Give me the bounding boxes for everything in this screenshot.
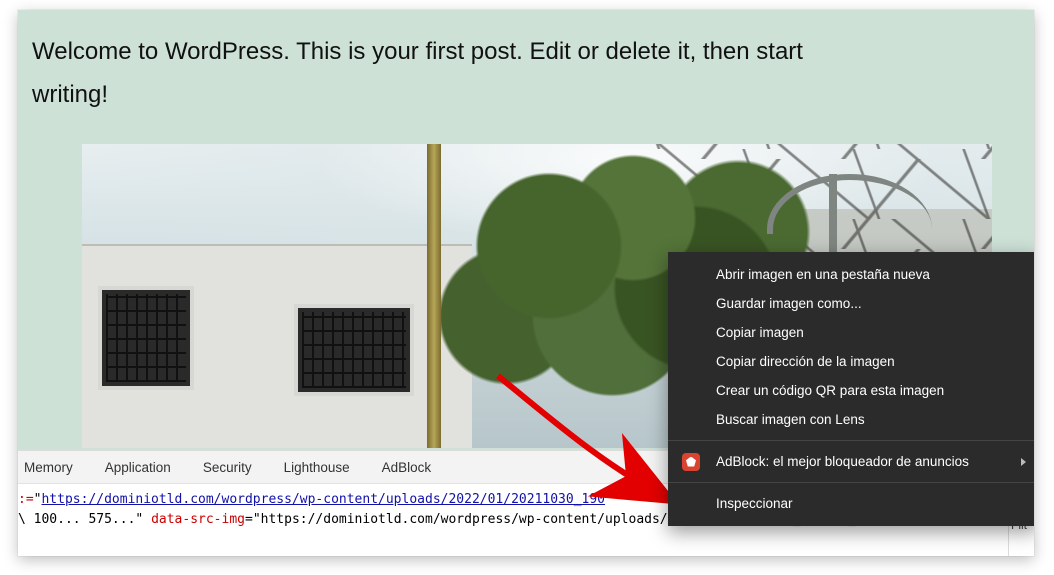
devtools-tab-lighthouse[interactable]: Lighthouse: [284, 460, 350, 475]
code-attr-prefix: :=: [18, 492, 34, 507]
ctx-copy-image-address[interactable]: Copiar dirección de la imagen: [668, 347, 1034, 376]
screenshot-frame: Welcome to WordPress. This is your first…: [18, 10, 1034, 556]
code-line2-prefix: \ 100... 575...": [18, 512, 151, 527]
code-attr-name: data-src-img: [151, 512, 245, 527]
ctx-adblock[interactable]: AdBlock: el mejor bloqueador de anuncios: [668, 447, 1034, 476]
devtools-tab-application[interactable]: Application: [105, 460, 171, 475]
ctx-separator-1: [668, 440, 1034, 441]
devtools-tab-adblock[interactable]: AdBlock: [382, 460, 432, 475]
devtools-tab-security[interactable]: Security: [203, 460, 252, 475]
ctx-save-image-as[interactable]: Guardar imagen como...: [668, 289, 1034, 318]
ctx-create-qr-code[interactable]: Crear un código QR para esta imagen: [668, 376, 1034, 405]
post-body-text: Welcome to WordPress. This is your first…: [32, 30, 872, 116]
adblock-icon: [682, 453, 700, 471]
ctx-copy-image[interactable]: Copiar imagen: [668, 318, 1034, 347]
image-context-menu: Abrir imagen en una pestaña nueva Guarda…: [668, 252, 1034, 526]
submenu-arrow-icon: [1021, 458, 1026, 466]
ctx-open-image-new-tab[interactable]: Abrir imagen en una pestaña nueva: [668, 260, 1034, 289]
ctx-search-with-lens[interactable]: Buscar imagen con Lens: [668, 405, 1034, 434]
ctx-adblock-label: AdBlock: el mejor bloqueador de anuncios: [716, 454, 969, 469]
ctx-inspect[interactable]: Inspeccionar: [668, 489, 1034, 518]
code-url-1: https://dominiotld.com/wordpress/wp-cont…: [41, 492, 605, 507]
devtools-tab-memory[interactable]: Memory: [24, 460, 73, 475]
ctx-separator-2: [668, 482, 1034, 483]
